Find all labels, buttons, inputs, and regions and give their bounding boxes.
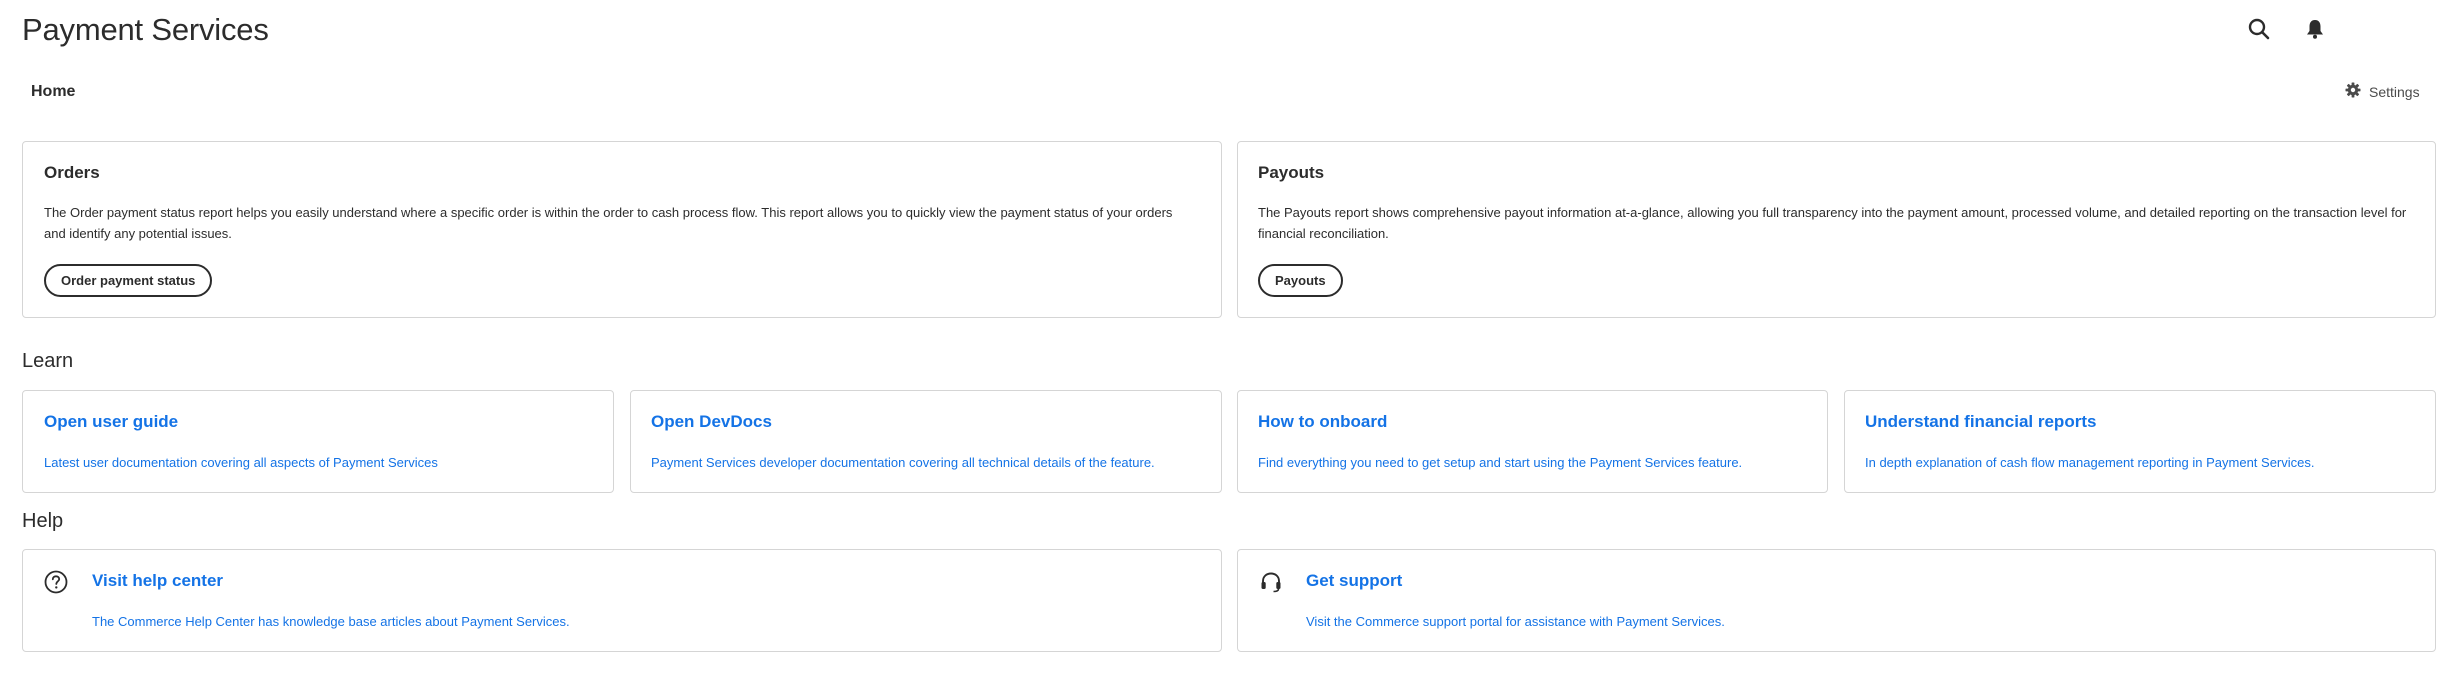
search-icon[interactable] (2244, 14, 2274, 44)
headset-icon (1257, 568, 1285, 596)
help-card-help-center[interactable]: Visit help center The Commerce Help Cent… (22, 549, 1222, 652)
page-title: Payment Services (22, 12, 269, 47)
learn-card-description[interactable]: Payment Services developer documentation… (651, 455, 1155, 470)
learn-heading: Learn (22, 350, 74, 372)
learn-card-description[interactable]: In depth explanation of cash flow manage… (1865, 455, 2314, 470)
help-card-support[interactable]: Get support Visit the Commerce support p… (1237, 549, 2436, 652)
card-description: The Payouts report shows comprehensive p… (1258, 205, 2407, 241)
card-description: The Order payment status report helps yo… (44, 205, 1173, 241)
bell-icon[interactable] (2300, 14, 2330, 44)
learn-card-title[interactable]: Understand financial reports (1865, 412, 2096, 432)
settings-label: Settings (2369, 83, 2420, 100)
learn-card-user-guide[interactable]: Open user guide Latest user documentatio… (22, 390, 614, 493)
header-actions (2244, 14, 2330, 44)
order-payment-status-button[interactable]: Order payment status (44, 264, 213, 297)
orders-card: Orders The Order payment status report h… (22, 141, 1222, 318)
learn-card-onboard[interactable]: How to onboard Find everything you need … (1237, 390, 1828, 493)
breadcrumb: Home (31, 83, 76, 100)
learn-card-title[interactable]: How to onboard (1258, 412, 1387, 432)
settings-button[interactable]: Settings (2345, 82, 2420, 101)
card-title: Payouts (1258, 163, 1325, 182)
payouts-card: Payouts The Payouts report shows compreh… (1237, 141, 2436, 318)
card-title: Orders (44, 163, 100, 182)
help-card-title[interactable]: Get support (1306, 571, 1402, 591)
gear-icon (2345, 82, 2361, 101)
help-heading: Help (22, 510, 64, 532)
help-card-title[interactable]: Visit help center (92, 571, 223, 591)
learn-card-title[interactable]: Open user guide (44, 412, 178, 432)
learn-card-devdocs[interactable]: Open DevDocs Payment Services developer … (630, 390, 1222, 493)
learn-card-title[interactable]: Open DevDocs (651, 412, 772, 432)
help-card-description[interactable]: Visit the Commerce support portal for as… (1306, 614, 1725, 629)
help-circle-icon (42, 568, 70, 596)
learn-card-description[interactable]: Latest user documentation covering all a… (44, 455, 438, 470)
learn-card-financial-reports[interactable]: Understand financial reports In depth ex… (1844, 390, 2436, 493)
payouts-button[interactable]: Payouts (1258, 264, 1343, 297)
help-card-description[interactable]: The Commerce Help Center has knowledge b… (92, 614, 570, 629)
learn-card-description[interactable]: Find everything you need to get setup an… (1258, 455, 1742, 470)
